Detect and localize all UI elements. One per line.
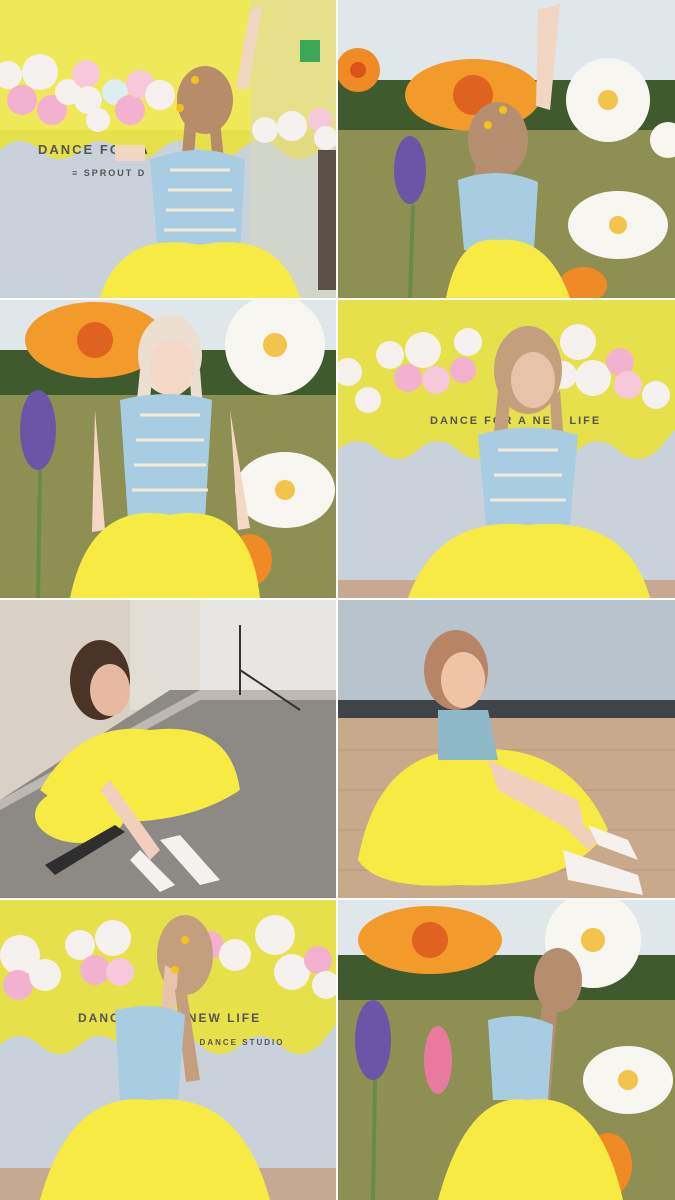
photo-skateboard xyxy=(0,600,336,898)
photo-garden-side xyxy=(338,900,675,1200)
photo-garden-back xyxy=(338,0,675,298)
photo-collage: DANCE FOR A ≡ SPROUT D DANCE FOR A NEW L… xyxy=(0,0,675,1200)
photo-studio-front: DANCE FOR A NEW LIFE xyxy=(338,300,675,598)
photo-studio-back: DANCE FOR A ≡ SPROUT D xyxy=(0,0,336,298)
photo-garden-front xyxy=(0,300,336,598)
svg-text:≡ SPROUT D: ≡ SPROUT D xyxy=(72,168,146,178)
svg-text:DANCE FOR A NEW LIFE: DANCE FOR A NEW LIFE xyxy=(430,415,601,427)
photo-studio-side: DANCE FOR A NEW LIFE SPROUT DANCE STUDIO xyxy=(0,900,336,1200)
photo-seated-floor xyxy=(338,600,675,898)
